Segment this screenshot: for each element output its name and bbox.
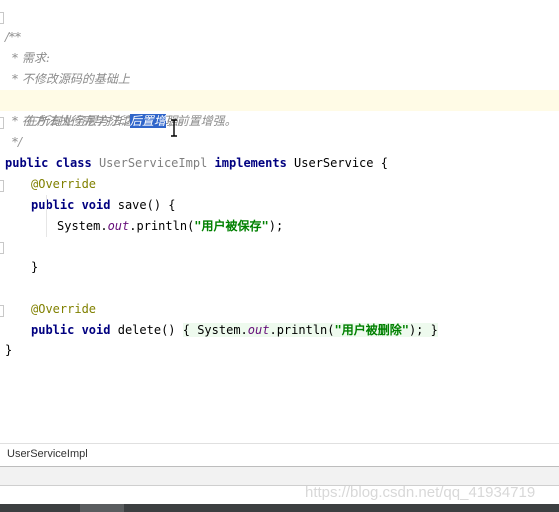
fold-marker[interactable] xyxy=(0,242,4,254)
code-line-save-body: System.out.println("用户被保存"); xyxy=(0,195,559,233)
code-line-save: public void save() { xyxy=(0,174,559,212)
code-line-6: */ xyxy=(12,135,23,149)
fold-marker[interactable] xyxy=(0,180,4,192)
code-line-3: * 不修改源码的基础上 xyxy=(12,72,130,86)
code-line-class-close: } xyxy=(5,343,13,357)
code-line-override-2: @Override xyxy=(31,302,97,316)
code-line-4: 在所有业务层方法之前打印, 前置增强。 xyxy=(0,69,559,128)
fold-marker[interactable] xyxy=(0,305,4,317)
watermark: https://blog.csdn.net/qq_41934719 xyxy=(305,484,536,501)
code-line-class: public class UserServiceImpl implements … xyxy=(0,132,559,170)
breadcrumb: UserServiceImpl xyxy=(0,443,559,467)
code-line-override-1: @Override xyxy=(31,177,97,191)
fold-marker[interactable] xyxy=(0,117,4,129)
println-statement: System.out.println("用户被保存"); xyxy=(57,219,284,233)
code-line-delete: public void delete() { System.out.printl… xyxy=(0,299,559,337)
code-editor[interactable]: /** * 需求: * 不修改源码的基础上 在所有业务层方法之前打印, 前置增强… xyxy=(0,0,559,442)
fold-marker[interactable] xyxy=(0,12,4,24)
code-line-5: * 在方法执行完毕打印后置增强。 xyxy=(0,90,559,128)
breadcrumb-item[interactable]: UserServiceImpl xyxy=(7,448,88,460)
code-line-save-close: } xyxy=(31,260,39,274)
indent-guide xyxy=(46,195,47,237)
code-line-1: /** xyxy=(5,30,22,44)
status-tab[interactable] xyxy=(80,504,124,512)
code-line-2: * 需求: xyxy=(12,51,50,65)
